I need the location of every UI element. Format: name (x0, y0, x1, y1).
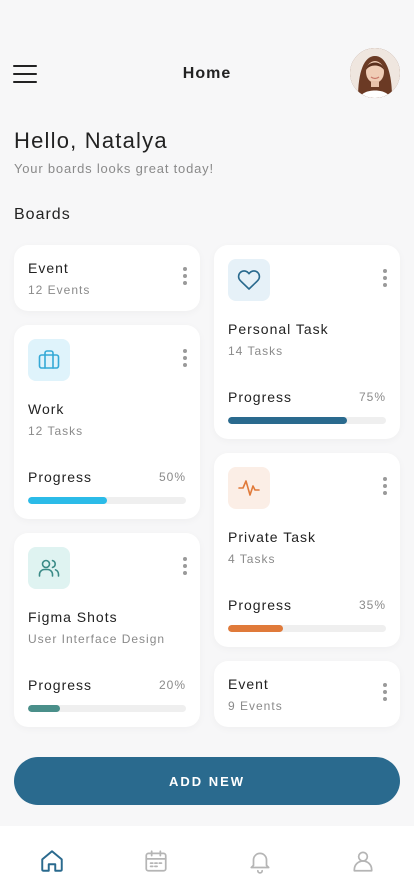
add-new-button[interactable]: ADD NEW (14, 757, 400, 805)
home-icon[interactable] (39, 848, 65, 874)
progress-percent: 75% (358, 390, 386, 404)
progress-label: Progress (28, 469, 93, 485)
board-subtitle: 4 Tasks (228, 552, 276, 566)
progress-percent: 35% (358, 598, 386, 612)
progress-percent: 50% (158, 470, 186, 484)
board-card-private[interactable]: Private Task 4 Tasks Progress 35% (214, 453, 400, 647)
board-subtitle: 12 Events (28, 283, 91, 297)
bell-icon[interactable] (247, 848, 273, 874)
board-card-personal[interactable]: Personal Task 14 Tasks Progress 75% (214, 245, 400, 439)
more-options-icon[interactable] (179, 349, 191, 371)
board-subtitle: 12 Tasks (28, 424, 84, 438)
progress-label: Progress (228, 597, 293, 613)
board-title: Personal Task (228, 321, 329, 337)
board-card-figma[interactable]: Figma Shots User Interface Design Progre… (14, 533, 200, 727)
header: Home (0, 44, 414, 104)
board-subtitle: 14 Tasks (228, 344, 284, 358)
board-title: Private Task (228, 529, 316, 545)
bottom-tab-bar (0, 826, 414, 896)
more-options-icon[interactable] (179, 557, 191, 579)
activity-icon (228, 467, 270, 509)
board-subtitle: User Interface Design (28, 632, 166, 646)
board-title: Event (228, 676, 269, 692)
profile-icon[interactable] (350, 848, 376, 874)
progress-bar (28, 705, 186, 712)
heart-icon (228, 259, 270, 301)
more-options-icon[interactable] (179, 267, 191, 289)
progress-bar (228, 625, 386, 632)
avatar[interactable] (350, 48, 400, 98)
more-options-icon[interactable] (379, 683, 391, 705)
progress-bar (28, 497, 186, 504)
board-title: Event (28, 260, 69, 276)
greeting-title: Hello, Natalya (14, 128, 168, 153)
board-card-event-left[interactable]: Event 12 Events (14, 245, 200, 311)
more-options-icon[interactable] (379, 269, 391, 291)
users-icon (28, 547, 70, 589)
greeting-subtitle: Your boards looks great today! (14, 161, 214, 176)
progress-label: Progress (228, 389, 293, 405)
board-title: Work (28, 401, 65, 417)
briefcase-icon (28, 339, 70, 381)
board-title: Figma Shots (28, 609, 118, 625)
boards-section-title: Boards (14, 206, 71, 223)
more-options-icon[interactable] (379, 477, 391, 499)
progress-bar (228, 417, 386, 424)
progress-percent: 20% (158, 678, 186, 692)
board-card-work[interactable]: Work 12 Tasks Progress 50% (14, 325, 200, 519)
board-subtitle: 9 Events (228, 699, 283, 713)
board-card-event-right[interactable]: Event 9 Events (214, 661, 400, 727)
progress-label: Progress (28, 677, 93, 693)
calendar-icon[interactable] (143, 848, 169, 874)
